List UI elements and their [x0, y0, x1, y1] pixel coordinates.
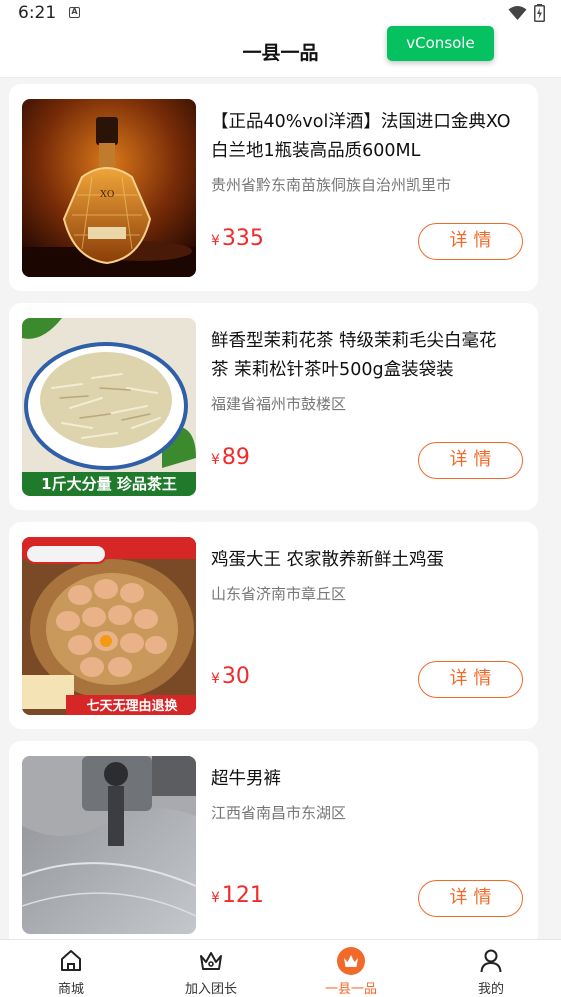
detail-button[interactable]: 详情 — [418, 442, 523, 479]
tab-join-leader[interactable]: 加入团长 — [141, 940, 281, 997]
tab-county-product[interactable]: 一县一品 — [281, 940, 421, 997]
product-card[interactable]: XO 【正品40%vol洋酒】法国进口金典XO白兰地1瓶装高品质600ML 贵州… — [9, 84, 538, 291]
brandy-bottle-image: XO — [22, 99, 196, 277]
product-price: ¥121 — [211, 883, 264, 908]
notification-icon: A — [69, 7, 80, 18]
product-title[interactable]: 鸡蛋大王 农家散养新鲜土鸡蛋 — [211, 546, 511, 575]
bottom-tab-bar: 商城 加入团长 一县一品 我的 — [0, 939, 561, 997]
product-price: ¥30 — [211, 664, 250, 689]
price-value: 30 — [221, 664, 250, 689]
product-title[interactable]: 鲜香型茉莉花茶 特级茉莉毛尖白毫花茶 茉莉松针茶叶500g盒装袋装 — [211, 327, 511, 385]
product-card[interactable]: 七天无理由退换 鸡蛋大王 农家散养新鲜土鸡蛋 山东省济南市章丘区 ¥30 详情 — [9, 522, 538, 729]
status-bar: 6:21 A — [0, 0, 561, 28]
home-icon — [61, 950, 81, 971]
crown-filled-icon — [337, 947, 365, 975]
detail-button[interactable]: 详情 — [418, 223, 523, 260]
eggs-basket-image: 七天无理由退换 — [22, 537, 196, 715]
detail-button[interactable]: 详情 — [418, 880, 523, 917]
product-list[interactable]: XO 【正品40%vol洋酒】法国进口金典XO白兰地1瓶装高品质600ML 贵州… — [0, 78, 561, 939]
product-title[interactable]: 超牛男裤 — [211, 765, 511, 794]
jasmine-tea-image: 1斤大分量 珍品茶王 — [22, 318, 196, 496]
price-value: 121 — [221, 883, 264, 908]
product-region: 山东省济南市章丘区 — [211, 585, 347, 603]
tab-label: 我的 — [477, 982, 504, 997]
currency-symbol: ¥ — [211, 233, 220, 249]
tab-label: 一县一品 — [324, 982, 377, 997]
price-value: 89 — [221, 445, 250, 470]
page-header: 一县一品 vConsole — [0, 26, 561, 78]
tab-label: 商城 — [57, 982, 84, 997]
wifi-icon — [508, 6, 527, 20]
crown-outline-icon — [200, 952, 222, 970]
tab-mall[interactable]: 商城 — [1, 940, 141, 997]
battery-icon — [534, 4, 545, 22]
product-price: ¥89 — [211, 445, 250, 470]
currency-symbol: ¥ — [211, 671, 220, 687]
product-card[interactable]: 1斤大分量 珍品茶王 鲜香型茉莉花茶 特级茉莉毛尖白毫花茶 茉莉松针茶叶500g… — [9, 303, 538, 510]
svg-text:XO: XO — [100, 189, 114, 200]
user-icon — [480, 949, 502, 973]
image-overlay-text: 1斤大分量 珍品茶王 — [41, 475, 177, 493]
vconsole-button[interactable]: vConsole — [387, 26, 494, 61]
detail-button[interactable]: 详情 — [418, 661, 523, 698]
product-price: ¥335 — [211, 226, 264, 251]
currency-symbol: ¥ — [211, 452, 220, 468]
product-region: 江西省南昌市东湖区 — [211, 804, 347, 822]
product-card[interactable]: 超牛男裤 江西省南昌市东湖区 ¥121 详情 — [9, 741, 538, 939]
tab-label: 加入团长 — [184, 982, 237, 997]
image-overlay-text: 七天无理由退换 — [86, 698, 178, 714]
product-title[interactable]: 【正品40%vol洋酒】法国进口金典XO白兰地1瓶装高品质600ML — [211, 108, 511, 166]
price-value: 335 — [221, 226, 264, 251]
currency-symbol: ¥ — [211, 890, 220, 906]
sewing-machine-image — [22, 756, 196, 934]
product-region: 贵州省黔东南苗族侗族自治州凯里市 — [211, 176, 452, 194]
status-time: 6:21 — [18, 3, 57, 23]
product-region: 福建省福州市鼓楼区 — [211, 395, 347, 413]
tab-mine[interactable]: 我的 — [421, 940, 561, 997]
